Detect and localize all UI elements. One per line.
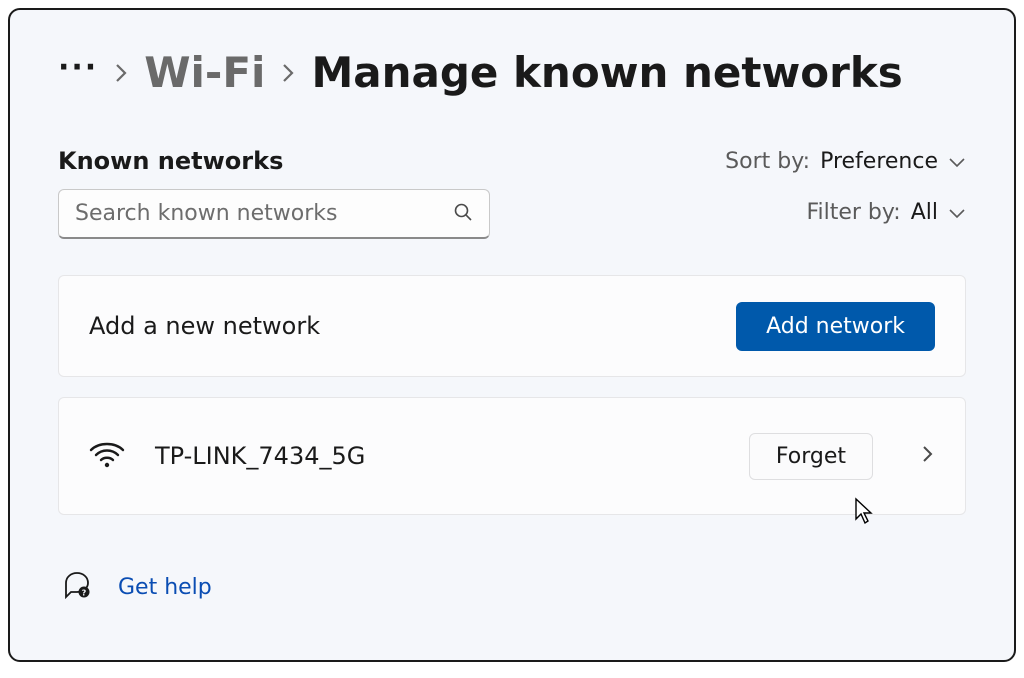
page-title: Manage known networks bbox=[311, 48, 902, 97]
sort-by-label: Sort by: bbox=[725, 149, 810, 174]
add-network-label: Add a new network bbox=[89, 312, 320, 340]
chevron-down-icon bbox=[948, 149, 966, 174]
section-header: Known networks bbox=[58, 147, 490, 175]
network-name: TP-LINK_7434_5G bbox=[155, 442, 719, 470]
filter-by-dropdown[interactable]: Filter by: All bbox=[806, 200, 966, 225]
search-input[interactable] bbox=[75, 201, 443, 226]
chevron-right-icon bbox=[281, 62, 295, 84]
filter-by-label: Filter by: bbox=[806, 200, 900, 225]
wifi-icon bbox=[89, 440, 125, 472]
chevron-right-icon bbox=[114, 62, 128, 84]
add-network-card: Add a new network Add network bbox=[58, 275, 966, 377]
network-item[interactable]: TP-LINK_7434_5G Forget bbox=[58, 397, 966, 515]
search-icon bbox=[453, 202, 473, 226]
chevron-right-icon[interactable] bbox=[921, 443, 935, 469]
filter-by-value: All bbox=[911, 200, 938, 225]
help-icon: ? bbox=[62, 571, 92, 603]
sort-by-value: Preference bbox=[820, 149, 938, 174]
breadcrumb-wifi-link[interactable]: Wi-Fi bbox=[144, 48, 265, 97]
search-input-container[interactable] bbox=[58, 189, 490, 239]
breadcrumb-more-button[interactable]: ··· bbox=[58, 50, 98, 95]
breadcrumb: ··· Wi-Fi Manage known networks bbox=[58, 48, 966, 97]
forget-button[interactable]: Forget bbox=[749, 433, 873, 480]
svg-text:?: ? bbox=[82, 589, 87, 598]
get-help-link[interactable]: Get help bbox=[118, 575, 212, 600]
add-network-button[interactable]: Add network bbox=[736, 302, 935, 351]
sort-by-dropdown[interactable]: Sort by: Preference bbox=[725, 149, 966, 174]
get-help-row: ? Get help bbox=[62, 571, 966, 603]
chevron-down-icon bbox=[948, 200, 966, 225]
